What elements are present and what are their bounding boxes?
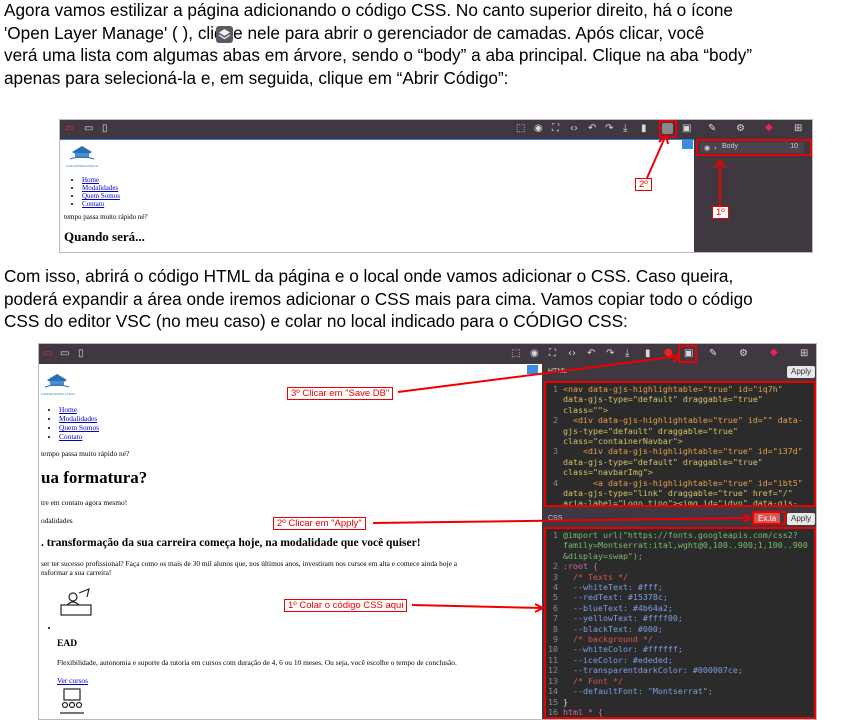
editor-screenshot-2: ▭ ▭ ▯ ⬚ ◉ ⛶ ‹› ↶ ↷ ⤓ ▮ ● ▣ ✎ ⚙ ◆ ⊞ GRADU…	[38, 343, 817, 720]
editor-screenshot-1: ▭ ▭ ▯ ⬚ ◉ ⛶ ‹› ↶ ↷ ⤓ ▮ ▣ ✎ ⚙ ◆ ⊞ GUIA PE…	[59, 119, 813, 253]
open-code-step-label: 2º	[635, 178, 652, 191]
apply-step-label: 2º Clicar em "Apply"	[273, 517, 366, 530]
annotation-arrows	[372, 354, 752, 613]
second-line: poderá expandir a área onde iremos adici…	[4, 288, 753, 309]
intro-line: Agora vamos estilizar a página adicionan…	[4, 0, 733, 20]
intro-paragraph: Agora vamos estilizar a página adicionan…	[4, 0, 862, 89]
intro-line: verá uma lista com algumas abas em árvor…	[4, 45, 753, 66]
layer-step-label: 1º	[712, 206, 729, 219]
paste-css-step-label: 1º Colar o código CSS aqui	[284, 599, 408, 612]
second-paragraph: Com isso, abrirá o código HTML da página…	[4, 265, 862, 333]
annotation-arrows	[646, 134, 726, 206]
intro-line: 'Open Layer Manage' ( ), clique nele par…	[4, 22, 705, 43]
second-line: CSS do editor VSC (no meu caso) e colar …	[4, 311, 628, 332]
second-line: Com isso, abrirá o código HTML da página…	[4, 266, 734, 286]
save-db-step-label: 3º Clicar em "Save DB"	[287, 387, 394, 400]
intro-line: apenas para selecioná-la e, em seguida, …	[4, 67, 509, 88]
layer-manager-icon	[216, 26, 233, 43]
